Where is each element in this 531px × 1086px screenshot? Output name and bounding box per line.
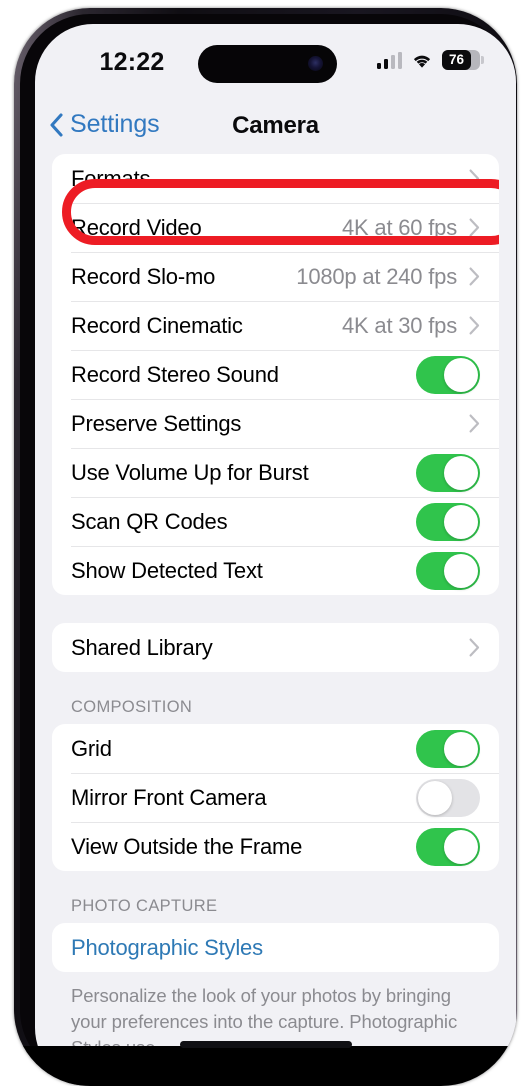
toggle-scan-qr-codes[interactable] xyxy=(416,502,480,541)
toggle-grid[interactable] xyxy=(416,729,480,768)
battery-icon: 76 xyxy=(442,50,484,70)
toggle-knob xyxy=(444,357,478,392)
page-title: Camera xyxy=(232,112,319,139)
settings-row-formats[interactable]: Formats xyxy=(52,154,499,203)
front-camera-lens-icon xyxy=(308,56,323,71)
row-label: Use Volume Up for Burst xyxy=(71,459,309,485)
row-value: 1080p at 240 fps xyxy=(296,263,457,289)
row-label: Scan QR Codes xyxy=(71,508,228,534)
section-header-composition: COMPOSITION xyxy=(71,698,193,716)
chevron-right-icon xyxy=(469,316,480,335)
toggle-knob xyxy=(444,455,478,490)
row-label: Formats xyxy=(71,165,151,191)
status-bar: 12:22 76 xyxy=(35,24,516,102)
settings-row-record-stereo-sound[interactable]: Record Stereo Sound xyxy=(52,350,499,399)
toggle-knob xyxy=(444,731,478,766)
row-label: Record Stereo Sound xyxy=(71,361,279,387)
settings-row-photographic-styles[interactable]: Photographic Styles xyxy=(52,923,499,972)
status-bar-indicators: 76 xyxy=(376,50,484,70)
row-label: Grid xyxy=(71,735,112,761)
cellular-bars-icon xyxy=(376,51,402,69)
row-label: Shared Library xyxy=(71,634,213,660)
settings-row-scan-qr-codes[interactable]: Scan QR Codes xyxy=(52,497,499,546)
row-label: Show Detected Text xyxy=(71,557,263,583)
phone-screen: 12:22 76 Settings Camera Formats Record … xyxy=(35,24,516,1086)
settings-row-view-outside-the-frame[interactable]: View Outside the Frame xyxy=(52,822,499,871)
chevron-right-icon xyxy=(469,267,480,286)
chevron-right-icon xyxy=(469,169,480,188)
chevron-right-icon xyxy=(469,414,480,433)
settings-row-shared-library[interactable]: Shared Library xyxy=(52,623,499,672)
row-label: View Outside the Frame xyxy=(71,833,303,859)
row-label: Record Video xyxy=(71,214,202,240)
bottom-bezel xyxy=(14,1046,517,1086)
row-label: Record Cinematic xyxy=(71,312,243,338)
settings-row-grid[interactable]: Grid xyxy=(52,724,499,773)
toggle-knob xyxy=(444,829,478,864)
settings-row-show-detected-text[interactable]: Show Detected Text xyxy=(52,546,499,595)
row-label: Mirror Front Camera xyxy=(71,784,267,810)
settings-group: Photographic Styles xyxy=(52,923,499,972)
settings-row-preserve-settings[interactable]: Preserve Settings xyxy=(52,399,499,448)
toggle-show-detected-text[interactable] xyxy=(416,551,480,590)
battery-level-text: 76 xyxy=(448,52,465,67)
row-value: 4K at 60 fps xyxy=(341,214,457,240)
chevron-right-icon xyxy=(469,218,480,237)
settings-group: Grid Mirror Front Camera View Outside the … xyxy=(52,724,499,871)
dynamic-island xyxy=(198,45,337,83)
toggle-use-volume-up-for-burst[interactable] xyxy=(416,453,480,492)
phone-frame: 12:22 76 Settings Camera Formats Record … xyxy=(14,8,517,1086)
row-label: Photographic Styles xyxy=(71,934,263,960)
home-indicator[interactable] xyxy=(179,1041,352,1048)
status-bar-time: 12:22 xyxy=(99,48,165,76)
settings-row-use-volume-up-for-burst[interactable]: Use Volume Up for Burst xyxy=(52,448,499,497)
row-value: 4K at 30 fps xyxy=(341,312,457,338)
chevron-right-icon xyxy=(469,638,480,657)
row-label: Record Slo-mo xyxy=(71,263,216,289)
navigation-bar: Settings Camera xyxy=(35,102,516,154)
settings-list[interactable]: Formats Record Video 4K at 60 fps Record Sl… xyxy=(35,154,516,1086)
section-header-photo-capture: PHOTO CAPTURE xyxy=(71,897,218,915)
settings-row-mirror-front-camera[interactable]: Mirror Front Camera xyxy=(52,773,499,822)
toggle-knob xyxy=(418,780,452,815)
wifi-icon xyxy=(413,55,431,68)
settings-group: Formats Record Video 4K at 60 fps Record Sl… xyxy=(52,154,499,595)
toggle-knob xyxy=(444,504,478,539)
settings-row-record-slo-mo[interactable]: Record Slo-mo 1080p at 240 fps xyxy=(52,252,499,301)
toggle-record-stereo-sound[interactable] xyxy=(416,355,480,394)
toggle-mirror-front-camera[interactable] xyxy=(416,778,480,817)
toggle-view-outside-the-frame[interactable] xyxy=(416,827,480,866)
row-label: Preserve Settings xyxy=(71,410,242,436)
settings-group: Shared Library xyxy=(52,623,499,672)
settings-row-record-video[interactable]: Record Video 4K at 60 fps xyxy=(52,203,499,252)
toggle-knob xyxy=(444,553,478,588)
settings-row-record-cinematic[interactable]: Record Cinematic 4K at 30 fps xyxy=(52,301,499,350)
